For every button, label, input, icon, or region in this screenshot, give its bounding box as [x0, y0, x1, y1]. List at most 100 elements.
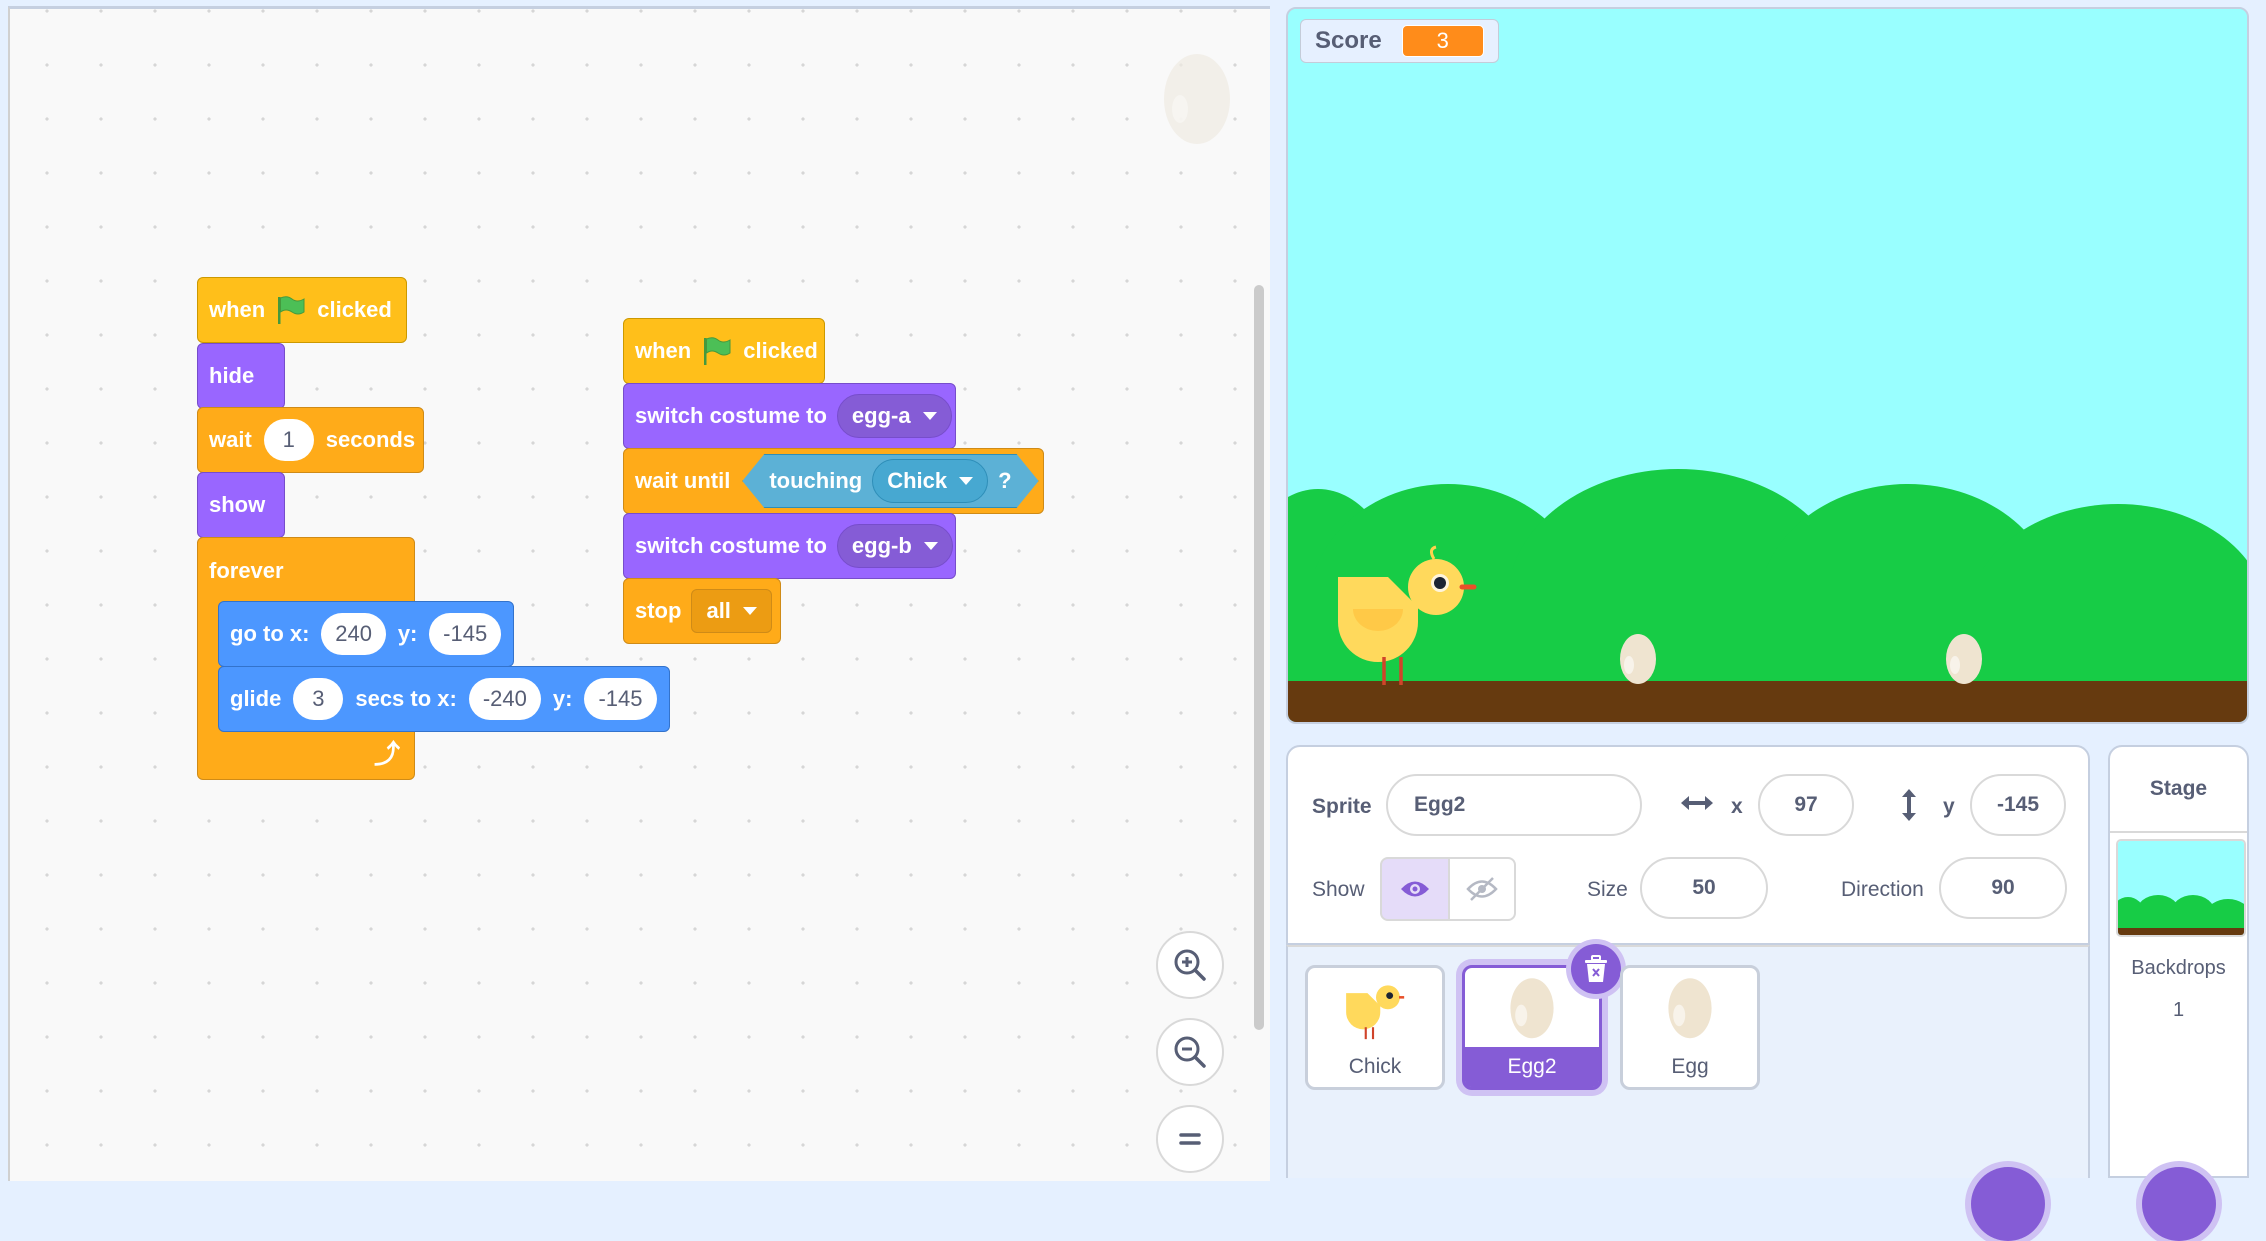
stage-canvas[interactable]: Score 3: [1286, 7, 2249, 724]
wait-seconds-block[interactable]: wait 1 seconds: [197, 407, 424, 473]
switch-costume-block[interactable]: switch costume to egg-a: [623, 383, 956, 449]
y-position-input[interactable]: -145: [1970, 774, 2066, 836]
x-position-value: 97: [1794, 793, 1818, 816]
horizontal-arrows-icon: [1681, 796, 1713, 810]
show-hidden-button[interactable]: [1448, 857, 1516, 921]
loop-arrow-icon: ⤴: [373, 739, 400, 769]
direction-label: Direction: [1841, 878, 1924, 901]
zoom-out-button[interactable]: [1156, 1018, 1224, 1086]
trash-icon: [1585, 955, 1607, 982]
when-flag-clicked-block-2[interactable]: when clicked: [622, 295, 825, 384]
dropdown-caret-icon: [922, 412, 937, 420]
sprite-watermark-egg-icon: [1164, 54, 1230, 144]
backdrop-thumbnail: [2116, 839, 2246, 937]
wait-until-label: wait until: [635, 468, 731, 493]
go-to-y-input[interactable]: -145: [429, 613, 501, 655]
y-label: y: [1943, 795, 1955, 818]
backdrops-label: Backdrops: [2131, 957, 2226, 979]
stage-selector-pane[interactable]: Stage Backdrops 1: [2108, 745, 2249, 1241]
eye-icon: [1401, 881, 1429, 897]
go-to-x-label: go to x:: [230, 621, 310, 646]
sprite-tile-chick[interactable]: Chick: [1305, 965, 1445, 1090]
costume-value: egg-b: [851, 533, 912, 558]
add-backdrop-button[interactable]: [2142, 1167, 2216, 1241]
workspace-scrollbar[interactable]: [1254, 285, 1264, 1030]
glide-y-input[interactable]: -145: [584, 678, 657, 720]
dropdown-caret-icon: [742, 607, 757, 615]
size-value: 50: [1692, 876, 1716, 899]
when-flag-clicked-block[interactable]: when clicked: [196, 254, 407, 343]
touching-target-dropdown[interactable]: Chick: [872, 459, 988, 503]
clicked-label: clicked: [743, 338, 818, 363]
zoom-in-icon: [1174, 949, 1206, 981]
vertical-arrows-icon: [1902, 789, 1916, 821]
green-flag-icon: [703, 336, 731, 366]
glide-secs-to-x-label: secs to x:: [355, 686, 457, 711]
x-label: x: [1731, 795, 1743, 818]
sprite-label: Sprite: [1312, 795, 1372, 818]
costume-dropdown-2[interactable]: egg-b: [836, 524, 953, 568]
go-to-xy-block[interactable]: go to x: 240 y: -145: [218, 601, 514, 667]
size-label: Size: [1587, 878, 1628, 901]
chick-thumbnail-icon: [1346, 985, 1405, 1040]
egg2-sprite-icon: [1946, 634, 1982, 684]
chick-sprite-icon: [1338, 545, 1477, 685]
show-label: Show: [1312, 878, 1365, 901]
when-label: when: [635, 338, 692, 363]
score-variable-monitor: Score 3: [1300, 19, 1499, 63]
sprite-info-panel: Sprite Egg2 x 97 y -145 Show Size 50 Dir…: [1286, 745, 2090, 945]
sprite-list-panel: Chick Egg2 Egg: [1286, 944, 2090, 1241]
switch-costume-label: switch costume to: [635, 403, 827, 428]
go-to-y-label: y:: [397, 621, 418, 646]
green-flag-icon: [277, 295, 305, 325]
wait-until-block[interactable]: wait until touching Chick ?: [623, 448, 1044, 514]
touching-sensor-block[interactable]: touching Chick ?: [742, 454, 1038, 508]
equals-icon: [1179, 1133, 1201, 1145]
sprite-tile-name: Egg: [1671, 1055, 1709, 1078]
stop-option-value: all: [706, 598, 731, 623]
sprite-name-input[interactable]: Egg2: [1386, 774, 1642, 836]
when-label: when: [209, 297, 266, 322]
code-workspace[interactable]: when clicked hide wait 1 seconds show fo…: [8, 6, 1270, 1181]
glide-secs-input[interactable]: 3: [293, 678, 344, 720]
show-visible-button[interactable]: [1380, 857, 1450, 921]
stop-block[interactable]: stop all: [623, 578, 781, 644]
question-mark-label: ?: [998, 468, 1012, 493]
glide-label: glide: [230, 686, 282, 711]
show-block[interactable]: show: [197, 472, 285, 538]
glide-y-label: y:: [552, 686, 573, 711]
direction-value: 90: [1991, 876, 2015, 899]
sprite-tile-egg2[interactable]: Egg2: [1462, 944, 1621, 1090]
stop-option-dropdown[interactable]: all: [691, 589, 772, 633]
sprite-name-value: Egg2: [1414, 793, 1466, 816]
sprite-tile-name: Chick: [1348, 1055, 1402, 1078]
delete-sprite-button[interactable]: [1571, 944, 1621, 994]
zoom-out-icon: [1174, 1036, 1206, 1068]
egg-sprite-icon: [1620, 634, 1656, 684]
hide-block[interactable]: hide: [197, 343, 285, 409]
backdrops-count: 1: [2172, 999, 2185, 1021]
zoom-in-button[interactable]: [1156, 931, 1224, 999]
reset-zoom-button[interactable]: [1156, 1105, 1224, 1173]
hide-label: hide: [209, 363, 255, 388]
stage-pane-title: Stage: [2110, 777, 2247, 833]
glide-block[interactable]: glide 3 secs to x: -240 y: -145: [218, 666, 670, 732]
switch-costume-block-2[interactable]: switch costume to egg-b: [623, 513, 956, 579]
size-input[interactable]: 50: [1640, 857, 1768, 919]
stop-label: stop: [635, 598, 682, 623]
costume-dropdown[interactable]: egg-a: [836, 394, 952, 438]
sprite-tile-name: Egg2: [1507, 1055, 1557, 1078]
egg-thumbnail-icon: [1510, 978, 1554, 1039]
score-label: Score: [1315, 27, 1382, 54]
egg-thumbnail-icon: [1668, 978, 1712, 1039]
wait-seconds-input[interactable]: 1: [263, 419, 314, 461]
direction-input[interactable]: 90: [1939, 857, 2067, 919]
sprite-tile-egg[interactable]: Egg: [1620, 965, 1760, 1090]
glide-x-input[interactable]: -240: [468, 678, 541, 720]
go-to-x-input[interactable]: 240: [321, 613, 386, 655]
dropdown-caret-icon: [959, 477, 973, 485]
add-sprite-button[interactable]: [1971, 1167, 2045, 1241]
score-value: 3: [1401, 25, 1484, 57]
seconds-label: seconds: [325, 427, 416, 452]
x-position-input[interactable]: 97: [1758, 774, 1854, 836]
